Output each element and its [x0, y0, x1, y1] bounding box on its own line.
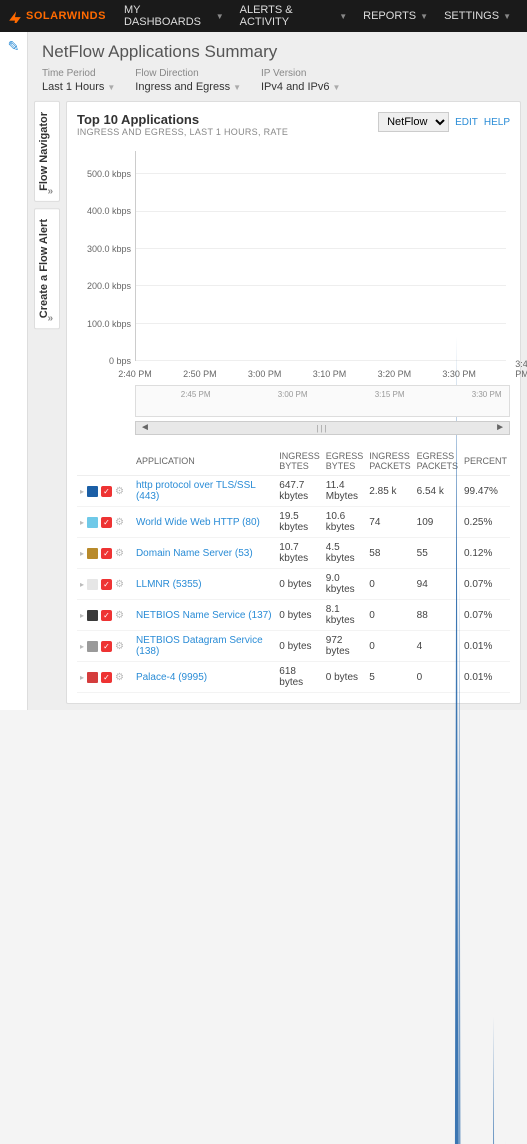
card-subtitle: INGRESS AND EGRESS, LAST 1 HOURS, RATE [77, 127, 288, 137]
scroll-right-icon[interactable]: ► [491, 422, 509, 433]
gear-icon[interactable]: ⚙ [115, 610, 124, 621]
gear-icon[interactable]: ⚙ [115, 579, 124, 590]
edit-page-icon[interactable]: ✎ [8, 38, 20, 55]
scroll-left-icon[interactable]: ◄ [136, 422, 154, 433]
expand-icon: » [47, 186, 53, 197]
chevron-down-icon: ▼ [503, 12, 511, 21]
gear-icon[interactable]: ⚙ [115, 517, 124, 528]
series-swatch [87, 672, 98, 683]
page-header: NetFlow Applications Summary Time Period… [34, 38, 521, 101]
side-panel-flow-navigator[interactable]: » Flow Navigator [34, 101, 60, 202]
row-checkbox[interactable]: ✓ [101, 517, 112, 528]
chevron-down-icon: ▼ [107, 83, 115, 92]
top-nav: SOLARWINDS MY DASHBOARDS▼ ALERTS & ACTIV… [0, 0, 527, 32]
gear-icon[interactable]: ⚙ [115, 548, 124, 559]
filter-ip-version[interactable]: IP Version IPv4 and IPv6▼ [261, 68, 340, 93]
top-applications-card: Top 10 Applications INGRESS AND EGRESS, … [66, 101, 521, 704]
left-rail: ✎ [0, 32, 28, 710]
expand-row-icon[interactable]: ▸ [80, 642, 84, 651]
chevron-down-icon: ▼ [216, 12, 224, 21]
series-swatch [87, 486, 98, 497]
help-link[interactable]: HELP [484, 117, 510, 128]
chevron-down-icon: ▼ [420, 12, 428, 21]
chevron-down-icon: ▼ [339, 12, 347, 21]
expand-icon: » [47, 313, 53, 324]
expand-row-icon[interactable]: ▸ [80, 673, 84, 682]
expand-row-icon[interactable]: ▸ [80, 580, 84, 589]
side-panel-create-flow-alert[interactable]: » Create a Flow Alert [34, 208, 60, 329]
nav-reports[interactable]: REPORTS▼ [355, 10, 436, 22]
row-checkbox[interactable]: ✓ [101, 548, 112, 559]
traffic-chart: 0 bps100.0 kbps200.0 kbps300.0 kbps400.0… [77, 151, 510, 381]
row-checkbox[interactable]: ✓ [101, 610, 112, 621]
brand-icon [8, 9, 22, 23]
series-swatch [87, 610, 98, 621]
expand-row-icon[interactable]: ▸ [80, 549, 84, 558]
row-checkbox[interactable]: ✓ [101, 486, 112, 497]
page-title: NetFlow Applications Summary [42, 42, 513, 62]
expand-row-icon[interactable]: ▸ [80, 487, 84, 496]
edit-link[interactable]: EDIT [455, 117, 478, 128]
gear-icon[interactable]: ⚙ [115, 486, 124, 497]
chevron-down-icon: ▼ [333, 83, 341, 92]
brand: SOLARWINDS [8, 9, 106, 23]
chevron-down-icon: ▼ [233, 83, 241, 92]
series-swatch [87, 548, 98, 559]
nav-settings[interactable]: SETTINGS▼ [436, 10, 519, 22]
series-swatch [87, 517, 98, 528]
gear-icon[interactable]: ⚙ [115, 672, 124, 683]
filter-time-period[interactable]: Time Period Last 1 Hours▼ [42, 68, 115, 93]
scroll-grip-icon[interactable]: ||| [316, 424, 328, 433]
overview-scrollbar[interactable]: ◄ ||| ► [135, 421, 510, 435]
row-checkbox[interactable]: ✓ [101, 579, 112, 590]
expand-row-icon[interactable]: ▸ [80, 518, 84, 527]
filter-flow-direction[interactable]: Flow Direction Ingress and Egress▼ [135, 68, 241, 93]
row-checkbox[interactable]: ✓ [101, 641, 112, 652]
gear-icon[interactable]: ⚙ [115, 641, 124, 652]
source-select[interactable]: NetFlow [378, 112, 449, 132]
series-swatch [87, 641, 98, 652]
chart-overview[interactable]: 2:45 PM3:00 PM3:15 PM3:30 PM [135, 385, 510, 417]
expand-row-icon[interactable]: ▸ [80, 611, 84, 620]
row-checkbox[interactable]: ✓ [101, 672, 112, 683]
card-title: Top 10 Applications [77, 112, 288, 127]
nav-alerts-activity[interactable]: ALERTS & ACTIVITY▼ [232, 4, 356, 28]
series-swatch [87, 579, 98, 590]
brand-text: SOLARWINDS [26, 10, 106, 22]
nav-my-dashboards[interactable]: MY DASHBOARDS▼ [116, 4, 232, 28]
